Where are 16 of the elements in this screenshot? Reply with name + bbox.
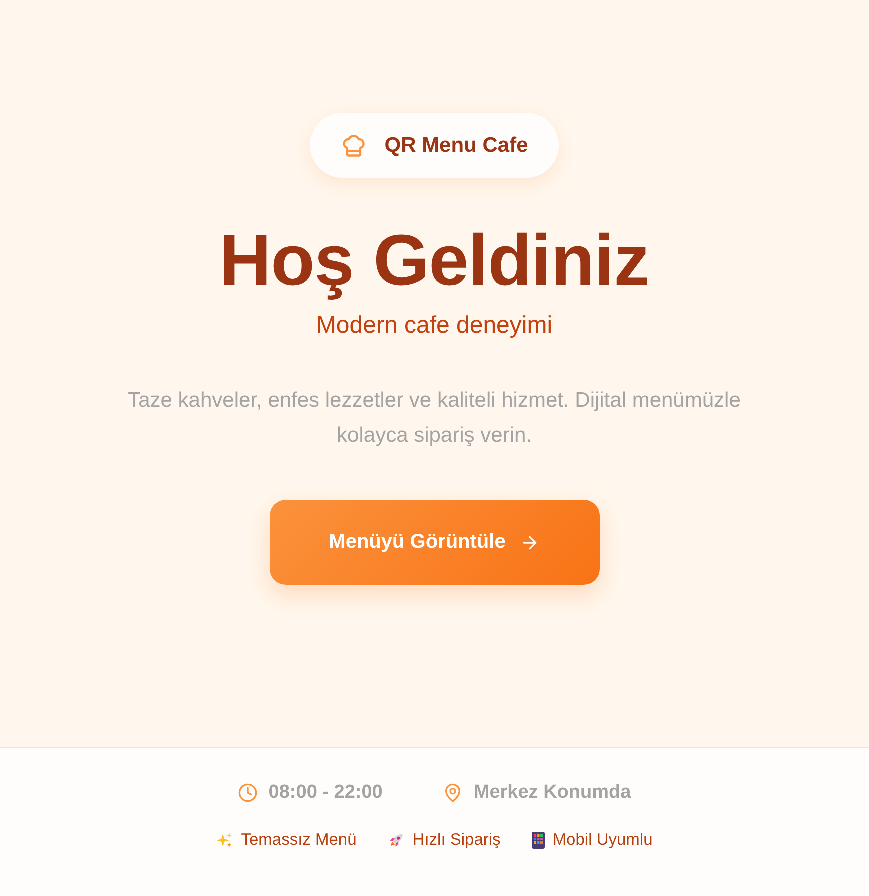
clock-icon <box>238 783 258 803</box>
hero-subtitle: Modern cafe deneyimi <box>316 311 553 341</box>
chef-hat-icon <box>340 132 367 158</box>
brand-name: QR Menu Cafe <box>384 134 528 158</box>
location-text: Merkez Konumda <box>474 782 632 804</box>
map-pin-icon <box>442 783 463 803</box>
feature-label: Mobil Uyumlu <box>552 830 653 850</box>
phone-icon <box>532 832 545 848</box>
sparkles-icon <box>216 832 234 848</box>
opening-hours: 08:00 - 22:00 <box>268 782 383 804</box>
rocket-icon <box>388 832 405 848</box>
hero-title: Hoş Geldiniz <box>219 221 650 301</box>
feature-label: Temassız Menü <box>241 830 357 850</box>
feature-label: Hızlı Sipariş <box>412 830 501 850</box>
view-menu-button[interactable]: Menüyü Görüntüle <box>270 500 600 585</box>
hero-description: Taze kahveler, enfes lezzetler ve kaliteli hizmet. Dijital menümüzle kolayca sipariş verin. <box>127 388 742 449</box>
